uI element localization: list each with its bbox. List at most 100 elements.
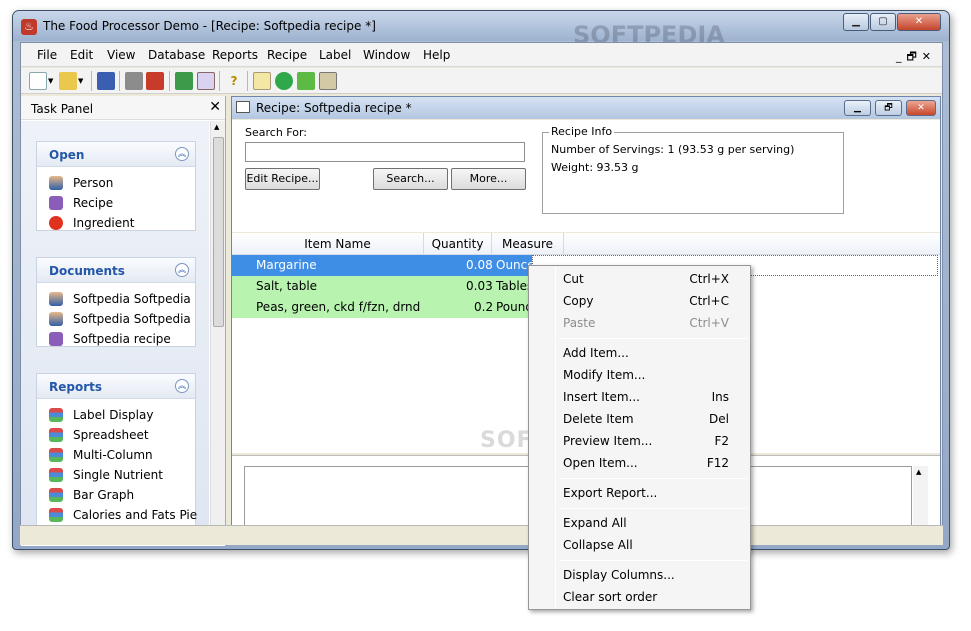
minimize-button[interactable]: ▁ (843, 13, 869, 31)
menu-item-open-item[interactable]: Open Item... F12 (563, 452, 739, 474)
recipe-book-icon (49, 332, 63, 346)
document-item[interactable]: Softpedia recipe (37, 329, 195, 349)
report-item[interactable]: Spreadsheet (37, 425, 195, 445)
print-icon[interactable] (125, 72, 143, 90)
menu-view[interactable]: View (107, 48, 135, 62)
task-item-label: Person (73, 176, 114, 190)
edit-recipe-button[interactable]: Edit Recipe... (245, 168, 320, 190)
menu-item-shortcut: Ctrl+X (689, 272, 729, 286)
menu-bar: File Edit View Database Reports Recipe L… (21, 43, 942, 67)
menu-item-clear-sort-order[interactable]: Clear sort order (563, 586, 739, 608)
report-icon (49, 468, 63, 482)
menu-item-preview-item[interactable]: Preview Item... F2 (563, 430, 739, 452)
new-dropdown-icon[interactable]: ▼ (48, 72, 56, 90)
group-header[interactable]: Documents ︽ (37, 258, 195, 283)
scroll-up-icon[interactable]: ▲ (916, 468, 921, 476)
recipe-info-legend: Recipe Info (549, 125, 615, 138)
report-item-label: Label Display (73, 408, 154, 422)
child-minimize-button[interactable]: ▁ (844, 100, 871, 116)
column-header-quantity[interactable]: Quantity (424, 233, 492, 255)
menu-reports[interactable]: Reports (212, 48, 258, 62)
folder-icon[interactable] (297, 72, 315, 90)
recipe-window-titlebar[interactable]: Recipe: Softpedia recipe * ▁ 🗗 ✕ (232, 97, 940, 119)
group-title: Open (49, 148, 85, 162)
document-item[interactable]: Softpedia Softpedia (37, 289, 195, 309)
search-button[interactable]: Search... (373, 168, 448, 190)
task-item-person[interactable]: Person (37, 173, 195, 193)
edit-icon[interactable] (253, 72, 271, 90)
column-header-item-name[interactable]: Item Name (232, 233, 424, 255)
menu-item-cut[interactable]: Cut Ctrl+X (563, 268, 739, 290)
report-item[interactable]: Multi-Column (37, 445, 195, 465)
menu-item-label: Collapse All (563, 538, 633, 552)
collapse-icon[interactable]: ︽ (175, 147, 189, 161)
task-panel-header: Task Panel ✕ (21, 96, 225, 120)
menu-file[interactable]: File (37, 48, 57, 62)
help-icon[interactable]: ? (225, 72, 243, 90)
report-icon (49, 488, 63, 502)
task-item-recipe[interactable]: Recipe (37, 193, 195, 213)
recipe-info-box: Recipe Info Number of Servings: 1 (93.53… (542, 125, 844, 214)
report-item[interactable]: Label Display (37, 405, 195, 425)
collapse-icon[interactable]: ︽ (175, 263, 189, 277)
menu-item-collapse-all[interactable]: Collapse All (563, 534, 739, 556)
title-bar[interactable]: ♨ The Food Processor Demo - [Recipe: Sof… (13, 11, 949, 49)
table-row[interactable]: Peas, green, ckd f/fzn, drnd 0.2 Pound (232, 297, 533, 318)
group-documents: Documents ︽ Softpedia Softpedia Softpedi… (36, 257, 196, 347)
search-input[interactable] (245, 142, 525, 162)
menu-database[interactable]: Database (148, 48, 205, 62)
child-restore-button[interactable]: 🗗 (875, 100, 902, 116)
menu-window[interactable]: Window (363, 48, 410, 62)
app-icon[interactable]: ♨ (21, 19, 37, 35)
table-row[interactable]: Salt, table 0.03 Tables (232, 276, 533, 297)
close-button[interactable]: ✕ (897, 13, 941, 31)
window-title: The Food Processor Demo - [Recipe: Softp… (43, 19, 376, 33)
table-row[interactable]: Margarine 0.08 Ounce-w (232, 255, 549, 276)
open-icon[interactable] (59, 72, 77, 90)
menu-item-delete-item[interactable]: Delete Item Del (563, 408, 739, 430)
pdf-icon[interactable] (146, 72, 164, 90)
menu-recipe[interactable]: Recipe (267, 48, 307, 62)
menu-item-modify-item[interactable]: Modify Item... (563, 364, 739, 386)
menu-item-label: Clear sort order (563, 590, 658, 604)
report-item[interactable]: Bar Graph (37, 485, 195, 505)
document-item[interactable]: Softpedia Softpedia (37, 309, 195, 329)
report-icon[interactable] (197, 72, 215, 90)
menu-separator (559, 508, 747, 509)
menu-item-add-item[interactable]: Add Item... (563, 342, 739, 364)
scroll-thumb[interactable] (213, 137, 224, 327)
clipboard-icon[interactable] (319, 72, 337, 90)
mdi-controls[interactable]: _🗗✕ (896, 48, 936, 67)
play-icon[interactable] (275, 72, 293, 90)
group-header[interactable]: Reports ︽ (37, 374, 195, 399)
menu-item-export-report[interactable]: Export Report... (563, 482, 739, 504)
maximize-button[interactable]: ▢ (870, 13, 896, 31)
report-item[interactable]: Single Nutrient (37, 465, 195, 485)
toolbar-separator (247, 71, 248, 91)
child-close-button[interactable]: ✕ (906, 100, 936, 116)
menu-label[interactable]: Label (319, 48, 351, 62)
menu-help[interactable]: Help (423, 48, 450, 62)
export-icon[interactable] (175, 72, 193, 90)
scroll-up-icon[interactable]: ▲ (214, 123, 219, 131)
menu-item-insert-item[interactable]: Insert Item... Ins (563, 386, 739, 408)
menu-item-expand-all[interactable]: Expand All (563, 512, 739, 534)
close-icon[interactable]: ✕ (209, 99, 221, 115)
menu-item-copy[interactable]: Copy Ctrl+C (563, 290, 739, 312)
document-item-label: Softpedia Softpedia (73, 292, 191, 306)
new-icon[interactable] (29, 72, 47, 90)
group-header[interactable]: Open ︽ (37, 142, 195, 167)
task-item-ingredient[interactable]: Ingredient (37, 213, 195, 233)
menu-item-label: Add Item... (563, 346, 629, 360)
collapse-icon[interactable]: ︽ (175, 379, 189, 393)
task-panel-scrollbar[interactable]: ▲ ▼ (210, 121, 225, 538)
save-icon[interactable] (97, 72, 115, 90)
menu-item-display-columns[interactable]: Display Columns... (563, 564, 739, 586)
column-header-measure[interactable]: Measure (492, 233, 564, 255)
open-dropdown-icon[interactable]: ▼ (78, 72, 86, 90)
group-reports: Reports ︽ Label Display Spreadsheet Mult… (36, 373, 197, 538)
report-item-label: Spreadsheet (73, 428, 149, 442)
menu-edit[interactable]: Edit (70, 48, 93, 62)
report-item[interactable]: Calories and Fats Pie (37, 505, 197, 525)
more-button[interactable]: More... (451, 168, 526, 190)
